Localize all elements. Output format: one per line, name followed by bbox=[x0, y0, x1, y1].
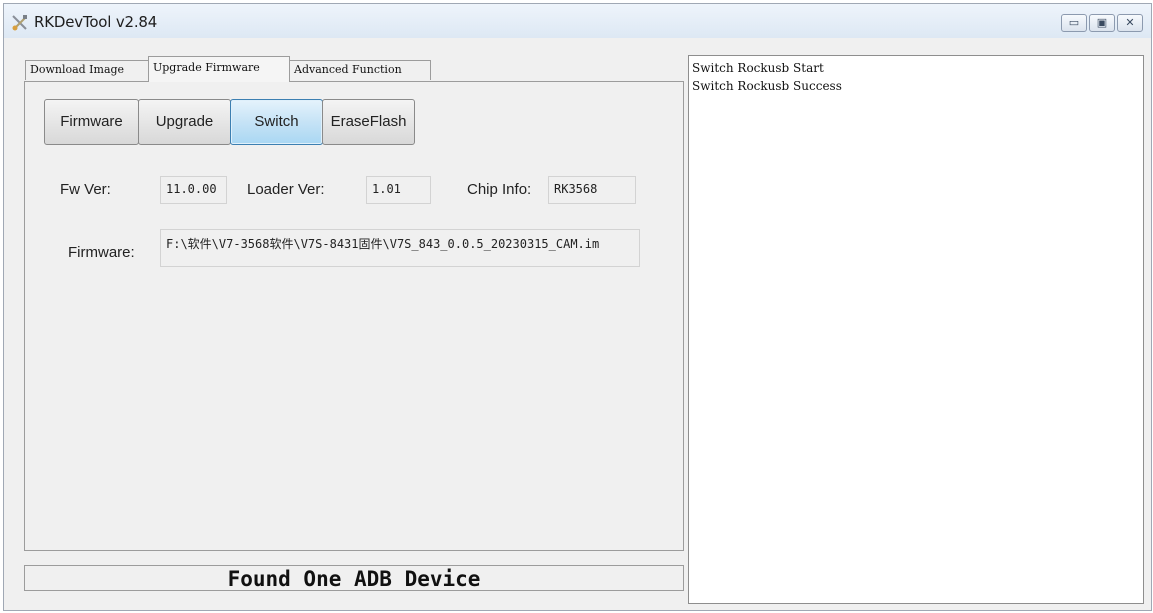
close-icon[interactable]: ✕ bbox=[1117, 14, 1143, 32]
upgrade-button[interactable]: Upgrade bbox=[138, 99, 231, 145]
status-bar: Found One ADB Device bbox=[24, 565, 684, 591]
log-line: Switch Rockusb Start bbox=[692, 61, 824, 75]
firmware-label: Firmware: bbox=[68, 244, 135, 261]
firmware-path-field: F:\软件\V7-3568软件\V7S-8431固件\V7S_843_0.0.5… bbox=[160, 229, 640, 267]
eraseflash-button[interactable]: EraseFlash bbox=[322, 99, 415, 145]
tab-download-image[interactable]: Download Image bbox=[25, 60, 149, 80]
log-line: Switch Rockusb Success bbox=[692, 79, 842, 93]
maximize-icon[interactable]: ▣ bbox=[1089, 14, 1115, 32]
app-tools-icon bbox=[11, 14, 29, 32]
tab-upgrade-firmware[interactable]: Upgrade Firmware bbox=[148, 56, 290, 82]
chip-info-field: RK3568 bbox=[548, 176, 636, 204]
chip-info-label: Chip Info: bbox=[467, 181, 532, 198]
log-panel[interactable]: Switch Rockusb Start Switch Rockusb Succ… bbox=[688, 55, 1144, 604]
loader-ver-field: 1.01 bbox=[366, 176, 431, 204]
window-title: RKDevTool v2.84 bbox=[34, 13, 158, 31]
upgrade-firmware-panel bbox=[24, 81, 684, 551]
fw-ver-field: 11.0.00 bbox=[160, 176, 227, 204]
loader-ver-label: Loader Ver: bbox=[247, 181, 325, 198]
firmware-button[interactable]: Firmware bbox=[44, 99, 139, 145]
switch-button[interactable]: Switch bbox=[230, 99, 323, 145]
tab-advanced-function[interactable]: Advanced Function bbox=[289, 60, 431, 80]
title-bar[interactable]: RKDevTool v2.84 ▭ ▣ ✕ bbox=[4, 4, 1151, 38]
fw-ver-label: Fw Ver: bbox=[60, 181, 111, 198]
minimize-icon[interactable]: ▭ bbox=[1061, 14, 1087, 32]
